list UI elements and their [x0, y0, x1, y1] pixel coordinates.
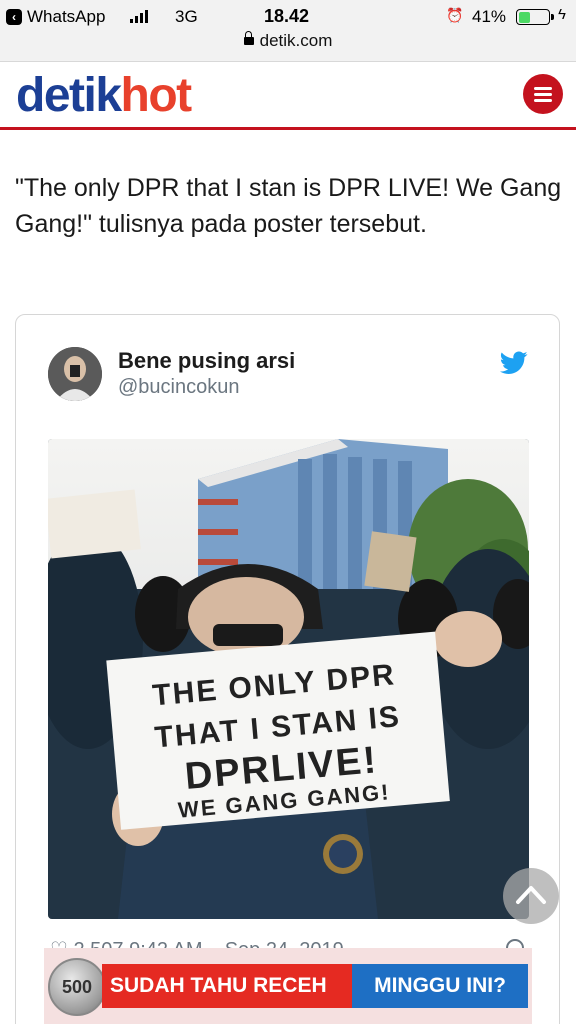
- coin-label: 500: [61, 977, 93, 997]
- tweet-author-name[interactable]: Bene pusing arsi: [118, 348, 295, 374]
- signal-icon: [130, 10, 148, 23]
- tweet-photo[interactable]: THE ONLY DPR THAT I STAN IS DPRLIVE! WE …: [48, 439, 529, 919]
- network-type: 3G: [175, 7, 198, 26]
- lock-icon: [243, 31, 254, 45]
- back-to-app-button[interactable]: ‹ WhatsApp: [6, 7, 105, 27]
- ad-blue-text: MINGGU INI?: [352, 964, 528, 1008]
- ad-banner[interactable]: 500 SUDAH TAHU RECEH MINGGU INI?: [44, 948, 532, 1024]
- avatar[interactable]: [48, 347, 102, 401]
- tweet-author-handle[interactable]: @bucincokun: [118, 376, 239, 399]
- menu-button[interactable]: [523, 74, 563, 114]
- embedded-tweet[interactable]: Bene pusing arsi @bucincokun THE ONLY DP…: [15, 314, 560, 1024]
- battery-percent: 41%: [472, 7, 507, 26]
- logo-hot: hot: [120, 69, 193, 122]
- clock: 18.42: [264, 6, 310, 26]
- back-icon: ‹: [6, 9, 22, 25]
- chevron-up-icon: [516, 886, 546, 904]
- coin-image: 500: [48, 958, 106, 1016]
- article-paragraph: "The only DPR that I stan is DPR LIVE! W…: [15, 174, 562, 238]
- address-bar[interactable]: detik.com: [0, 31, 576, 51]
- status-bar: ‹ WhatsApp 3G 18.42 ⏰ 41% ϟ detik.com: [0, 0, 576, 62]
- ad-red-text: SUDAH TAHU RECEH: [102, 964, 352, 1008]
- site-header: detikhot: [0, 62, 576, 130]
- twitter-bird-icon[interactable]: [500, 351, 528, 375]
- url-text: detik.com: [259, 31, 333, 50]
- back-app-label: WhatsApp: [27, 7, 106, 26]
- charging-icon: ϟ: [558, 6, 566, 23]
- battery-icon: [516, 9, 554, 25]
- logo-detik: detik: [16, 69, 122, 122]
- scroll-to-top-button[interactable]: [503, 868, 559, 924]
- alarm-icon: ⏰: [446, 7, 464, 23]
- site-logo[interactable]: detikhot: [16, 68, 193, 123]
